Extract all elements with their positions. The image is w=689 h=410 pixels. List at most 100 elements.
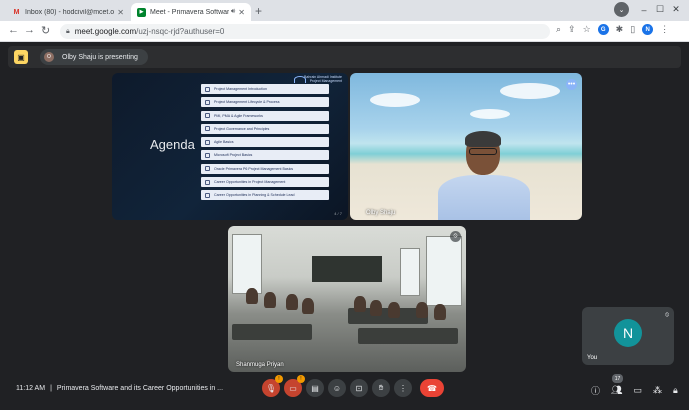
more-options-button[interactable]: ⋮ — [394, 379, 412, 397]
speaker-figure — [438, 131, 530, 220]
tab-meet[interactable]: ▶ Meet - Primavera Software a 🔊︎ ✕ — [131, 3, 251, 21]
slide-title: Agenda — [150, 137, 195, 152]
mic-muted-icon: ⦸ — [450, 231, 461, 242]
bookmark-star-icon[interactable]: ☆ — [583, 24, 591, 35]
reload-icon[interactable]: ↻ — [41, 24, 50, 37]
self-view-tile[interactable]: ⦸ N You — [582, 307, 674, 365]
maximize-icon[interactable]: ☐ — [653, 4, 667, 15]
raise-hand-button[interactable]: ✋︎ — [372, 379, 390, 397]
logo-mark-icon — [294, 76, 306, 83]
people-button[interactable]: 17 👥︎ — [611, 374, 624, 396]
people-icon: 👥︎ — [611, 385, 623, 395]
reactions-button[interactable]: ☺ — [328, 379, 346, 397]
window-controls: ⌄ – ☐ ✕ — [614, 2, 683, 17]
agenda-item: Agile Basics — [201, 137, 329, 148]
warning-badge-icon: ! — [297, 375, 305, 383]
slide-page-number: 4 / 7 — [334, 211, 342, 216]
background-cloud — [470, 109, 510, 119]
agenda-bullet-icon — [205, 192, 210, 198]
captions-button[interactable]: ▤ — [306, 379, 324, 397]
tab-title: Meet - Primavera Software a — [150, 8, 229, 16]
url-bar[interactable]: 🔒︎ meet.google.com/uzj-nsqc-rjd?authuser… — [60, 24, 550, 39]
present-screen-icon[interactable]: ▣ — [14, 50, 28, 64]
meeting-time: 11:12 AM — [16, 385, 46, 392]
url-host: meet.google.com — [74, 27, 137, 36]
host-controls-icon[interactable]: 🔒︎ — [673, 385, 678, 396]
close-window-icon[interactable]: ✕ — [669, 4, 683, 15]
leave-call-button[interactable]: ☎︎ — [420, 379, 444, 397]
profile-avatar[interactable]: N — [642, 24, 654, 35]
agenda-list: Project Management Introduction Project … — [201, 84, 329, 204]
self-avatar: N — [614, 319, 642, 347]
student — [354, 296, 366, 312]
hangup-icon: ☎︎ — [427, 383, 437, 393]
people-count: 17 — [612, 374, 624, 383]
extension-g-icon[interactable]: G — [597, 24, 609, 35]
tab-gmail[interactable]: M Inbox (80) - hodcivil@mcet.org ✕ — [6, 3, 130, 21]
more-options-icon[interactable]: ••• — [566, 79, 577, 90]
mic-muted-icon: ⦸ — [665, 312, 669, 318]
tab-search-icon[interactable]: ⌄ — [614, 2, 629, 17]
call-controls: 🎙︎! ▭! ▤ ☺ ⊡ ✋︎ ⋮ ☎︎ — [262, 375, 444, 397]
blackboard — [312, 256, 382, 282]
url-path: /uzj-nsqc-rjd?authuser=0 — [136, 27, 225, 36]
mic-off-icon: 🎙︎ — [265, 383, 277, 393]
camera-off-icon: ▭ — [289, 383, 297, 393]
gmail-icon: M — [13, 8, 20, 16]
new-tab-button[interactable]: + — [255, 4, 262, 18]
mic-toggle-button[interactable]: 🎙︎! — [262, 375, 283, 397]
activities-icon[interactable]: ⁂ — [653, 385, 662, 396]
student — [302, 298, 314, 314]
hand-icon: ✋︎ — [378, 383, 384, 392]
address-toolbar: ← → ↻ 🔒︎ meet.google.com/uzj-nsqc-rjd?au… — [0, 21, 689, 42]
window — [232, 234, 262, 294]
background-cloud — [370, 93, 420, 107]
menu-kebab-icon[interactable]: ⋮ — [660, 24, 669, 35]
agenda-item: Project Governance and Principles — [201, 123, 329, 134]
student — [434, 304, 446, 320]
forward-icon[interactable]: → — [24, 24, 35, 36]
presenter-pill[interactable]: O Olby Shaju is presenting — [40, 49, 148, 65]
side-panel-icon[interactable]: ▯ — [630, 24, 635, 35]
presentation-tile[interactable]: Agenda Bahrain Ahmadi Institute Project … — [112, 73, 348, 220]
glasses-icon — [469, 148, 497, 155]
camera-toggle-button[interactable]: ▭! — [284, 375, 305, 397]
back-icon[interactable]: ← — [8, 24, 19, 36]
meeting-control-bar: 11:12 AM | Primavera Software and its Care… — [0, 374, 689, 405]
minimize-icon[interactable]: – — [637, 5, 651, 15]
classroom-video-tile[interactable]: ⦸ Shanmuga Priyan — [228, 226, 466, 372]
extensions-puzzle-icon[interactable]: ✱ — [616, 24, 624, 35]
kebab-icon: ⋮ — [399, 383, 407, 393]
agenda-bullet-icon — [205, 113, 210, 119]
chat-icon[interactable]: ▭ — [633, 385, 642, 396]
agenda-item: Project Management Lifecycle & Process — [201, 97, 329, 108]
background-cloud — [500, 83, 560, 99]
speaker-video-tile[interactable]: ••• Olby Shaju — [350, 73, 582, 220]
close-tab-icon[interactable]: ✕ — [238, 8, 245, 17]
zoom-icon[interactable]: ⌕ — [556, 24, 561, 35]
agenda-item: Career Opportunities in Planning & Sched… — [201, 190, 329, 201]
meeting-info: 11:12 AM | Primavera Software and its Care… — [16, 385, 224, 392]
present-now-button[interactable]: ⊡ — [350, 379, 368, 397]
meeting-details-icon[interactable]: ⓘ — [591, 384, 600, 397]
student — [286, 294, 298, 310]
window — [400, 248, 420, 296]
presenting-banner: ▣ O Olby Shaju is presenting — [8, 46, 681, 68]
agenda-item: Career Opportunities in Project Manageme… — [201, 177, 329, 188]
warning-badge-icon: ! — [275, 375, 283, 383]
agenda-bullet-icon — [205, 126, 210, 132]
browser-tab-bar: M Inbox (80) - hodcivil@mcet.org ✕ ▶ Mee… — [0, 0, 689, 21]
student — [388, 302, 400, 318]
student — [264, 292, 276, 308]
agenda-bullet-icon — [205, 166, 210, 172]
agenda-bullet-icon — [205, 179, 210, 185]
student — [370, 300, 382, 316]
lock-icon[interactable]: 🔒︎ — [66, 28, 70, 36]
participant-name: Shanmuga Priyan — [236, 362, 284, 368]
window — [426, 236, 462, 306]
student — [246, 288, 258, 304]
presenter-avatar: O — [44, 52, 54, 62]
close-tab-icon[interactable]: ✕ — [117, 8, 124, 17]
speaker-icon[interactable]: 🔊︎ — [231, 8, 235, 16]
share-icon[interactable]: ⇪ — [568, 24, 576, 35]
